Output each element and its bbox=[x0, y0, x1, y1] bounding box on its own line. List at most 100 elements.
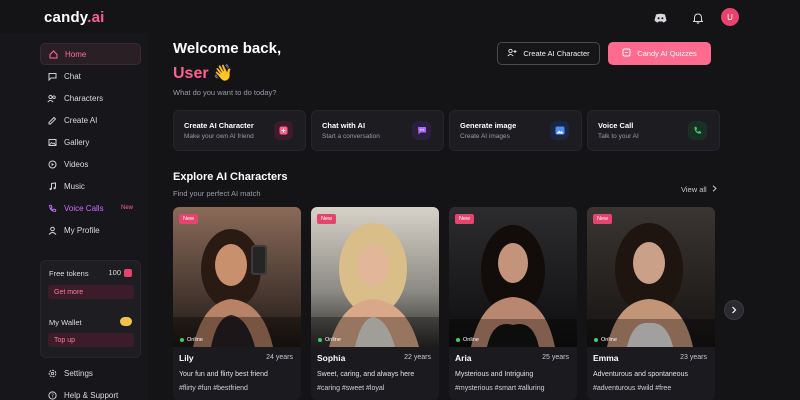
sidebar-item-label: My Profile bbox=[64, 225, 100, 235]
sidebar-item-videos[interactable]: Videos bbox=[40, 153, 141, 175]
sidebar-bottom-nav: Settings ? Help & Support bbox=[40, 362, 141, 400]
avatar[interactable]: U bbox=[721, 8, 739, 26]
sidebar-item-label: Home bbox=[65, 49, 87, 59]
action-generate-image[interactable]: Generate image Create AI images bbox=[449, 110, 582, 151]
character-name: Emma bbox=[593, 353, 619, 363]
new-badge: New bbox=[317, 214, 337, 224]
video-icon bbox=[47, 159, 57, 169]
view-all-link[interactable]: View all bbox=[681, 185, 717, 194]
character-name: Sophia bbox=[317, 353, 346, 363]
app-logo[interactable]: candy.ai bbox=[44, 9, 105, 26]
online-dot-icon bbox=[456, 338, 460, 342]
image-icon bbox=[550, 121, 569, 140]
online-dot-icon bbox=[180, 338, 184, 342]
new-badge: New bbox=[455, 214, 475, 224]
profile-icon bbox=[47, 225, 57, 235]
quick-actions: Create AI Character Make your own AI fri… bbox=[173, 110, 720, 151]
sidebar-item-label: Gallery bbox=[64, 137, 90, 147]
sidebar-item-chat[interactable]: Chat bbox=[40, 65, 141, 87]
chevron-right-icon bbox=[731, 301, 737, 319]
welcome-heading: Welcome back, bbox=[173, 40, 282, 57]
online-status: Online bbox=[456, 337, 479, 343]
chat-icon bbox=[47, 71, 57, 81]
sidebar-item-characters[interactable]: Characters bbox=[40, 87, 141, 109]
character-age: 22 years bbox=[404, 354, 431, 361]
gallery-icon bbox=[47, 137, 57, 147]
sidebar-item-label: Voice Calls bbox=[64, 203, 104, 213]
sidebar-item-music[interactable]: Music bbox=[40, 175, 141, 197]
chat-bubble-icon bbox=[412, 121, 431, 140]
action-create-ai-character[interactable]: Create AI Character Make your own AI fri… bbox=[173, 110, 306, 151]
sidebar-item-gallery[interactable]: Gallery bbox=[40, 131, 141, 153]
sidebar-item-settings[interactable]: Settings bbox=[40, 362, 141, 384]
action-chat-with-ai[interactable]: Chat with AI Start a conversation bbox=[311, 110, 444, 151]
users-icon bbox=[47, 93, 57, 103]
tokens-panel: Free tokens 100 Get more My Wallet Top u… bbox=[40, 260, 141, 358]
character-photo bbox=[449, 207, 577, 347]
get-more-button[interactable]: Get more bbox=[48, 285, 134, 299]
phone-icon bbox=[688, 121, 707, 140]
sidebar: Home Chat Characters Create AI Gallery V… bbox=[0, 33, 148, 400]
online-dot-icon bbox=[318, 338, 322, 342]
plus-icon bbox=[274, 121, 293, 140]
create-ai-character-button[interactable]: Create AI Character bbox=[497, 42, 600, 65]
character-photo bbox=[173, 207, 301, 347]
user-name: User 👋 bbox=[173, 65, 233, 82]
character-tags: #caring #sweet #loyal bbox=[317, 385, 385, 392]
quiz-icon bbox=[622, 48, 631, 59]
character-card-aria[interactable]: New Online Aria 25 years Mysterious and … bbox=[449, 207, 577, 400]
online-status: Online bbox=[318, 337, 341, 343]
add-user-icon bbox=[507, 48, 517, 59]
character-cards: New Online Lily 24 years Your fun and fl… bbox=[173, 207, 715, 400]
create-icon bbox=[47, 115, 57, 125]
character-name: Lily bbox=[179, 353, 194, 363]
sidebar-item-label: Settings bbox=[64, 368, 93, 378]
online-status: Online bbox=[594, 337, 617, 343]
sidebar-item-label: Help & Support bbox=[64, 390, 119, 400]
sidebar-item-my-profile[interactable]: My Profile bbox=[40, 219, 141, 241]
character-description: Sweet, caring, and always here bbox=[317, 371, 415, 378]
online-status: Online bbox=[180, 337, 203, 343]
character-photo bbox=[311, 207, 439, 347]
sidebar-item-label: Music bbox=[64, 181, 85, 191]
wallet-icon bbox=[120, 317, 132, 326]
character-tags: #adventurous #wild #free bbox=[593, 385, 672, 392]
sidebar-item-help[interactable]: ? Help & Support bbox=[40, 384, 141, 400]
gear-icon bbox=[47, 368, 57, 378]
sidebar-item-label: Chat bbox=[64, 71, 81, 81]
character-card-sophia[interactable]: New Online Sophia 22 years Sweet, caring… bbox=[311, 207, 439, 400]
action-voice-call[interactable]: Voice Call Talk to your AI bbox=[587, 110, 720, 151]
character-tags: #mysterious #smart #alluring bbox=[455, 385, 545, 392]
character-name: Aria bbox=[455, 353, 472, 363]
chevron-right-icon bbox=[712, 185, 717, 194]
top-up-button[interactable]: Top up bbox=[48, 333, 134, 347]
character-card-emma[interactable]: New Online Emma 23 years Adventurous and… bbox=[587, 207, 715, 400]
sidebar-item-label: Create AI bbox=[64, 115, 98, 125]
voice-icon bbox=[47, 203, 57, 213]
candy-ai-quizzes-button[interactable]: Candy AI Quizzes bbox=[608, 42, 711, 65]
help-icon: ? bbox=[47, 390, 57, 400]
character-photo bbox=[587, 207, 715, 347]
discord-icon[interactable] bbox=[652, 10, 668, 26]
sidebar-item-label: Videos bbox=[64, 159, 89, 169]
sidebar-item-home[interactable]: Home bbox=[40, 43, 141, 65]
character-description: Adventurous and spontaneous bbox=[593, 371, 688, 378]
character-card-lily[interactable]: New Online Lily 24 years Your fun and fl… bbox=[173, 207, 301, 400]
sidebar-item-create-ai[interactable]: Create AI bbox=[40, 109, 141, 131]
character-description: Mysterious and Intriguing bbox=[455, 371, 534, 378]
sidebar-nav: Home Chat Characters Create AI Gallery V… bbox=[40, 43, 141, 241]
wallet-label: My Wallet bbox=[49, 318, 82, 327]
character-age: 23 years bbox=[680, 354, 707, 361]
sidebar-item-voice-calls[interactable]: Voice Calls New bbox=[40, 197, 141, 219]
new-badge: New bbox=[120, 205, 133, 211]
coin-icon bbox=[124, 268, 132, 277]
home-icon bbox=[48, 49, 58, 59]
explore-subtitle: Find your perfect AI match bbox=[173, 189, 261, 198]
character-age: 24 years bbox=[266, 354, 293, 361]
bell-icon[interactable] bbox=[690, 10, 706, 26]
new-badge: New bbox=[179, 214, 199, 224]
character-description: Your fun and flirty best friend bbox=[179, 371, 268, 378]
music-icon bbox=[47, 181, 57, 191]
character-age: 25 years bbox=[542, 354, 569, 361]
carousel-next-button[interactable] bbox=[724, 300, 744, 320]
